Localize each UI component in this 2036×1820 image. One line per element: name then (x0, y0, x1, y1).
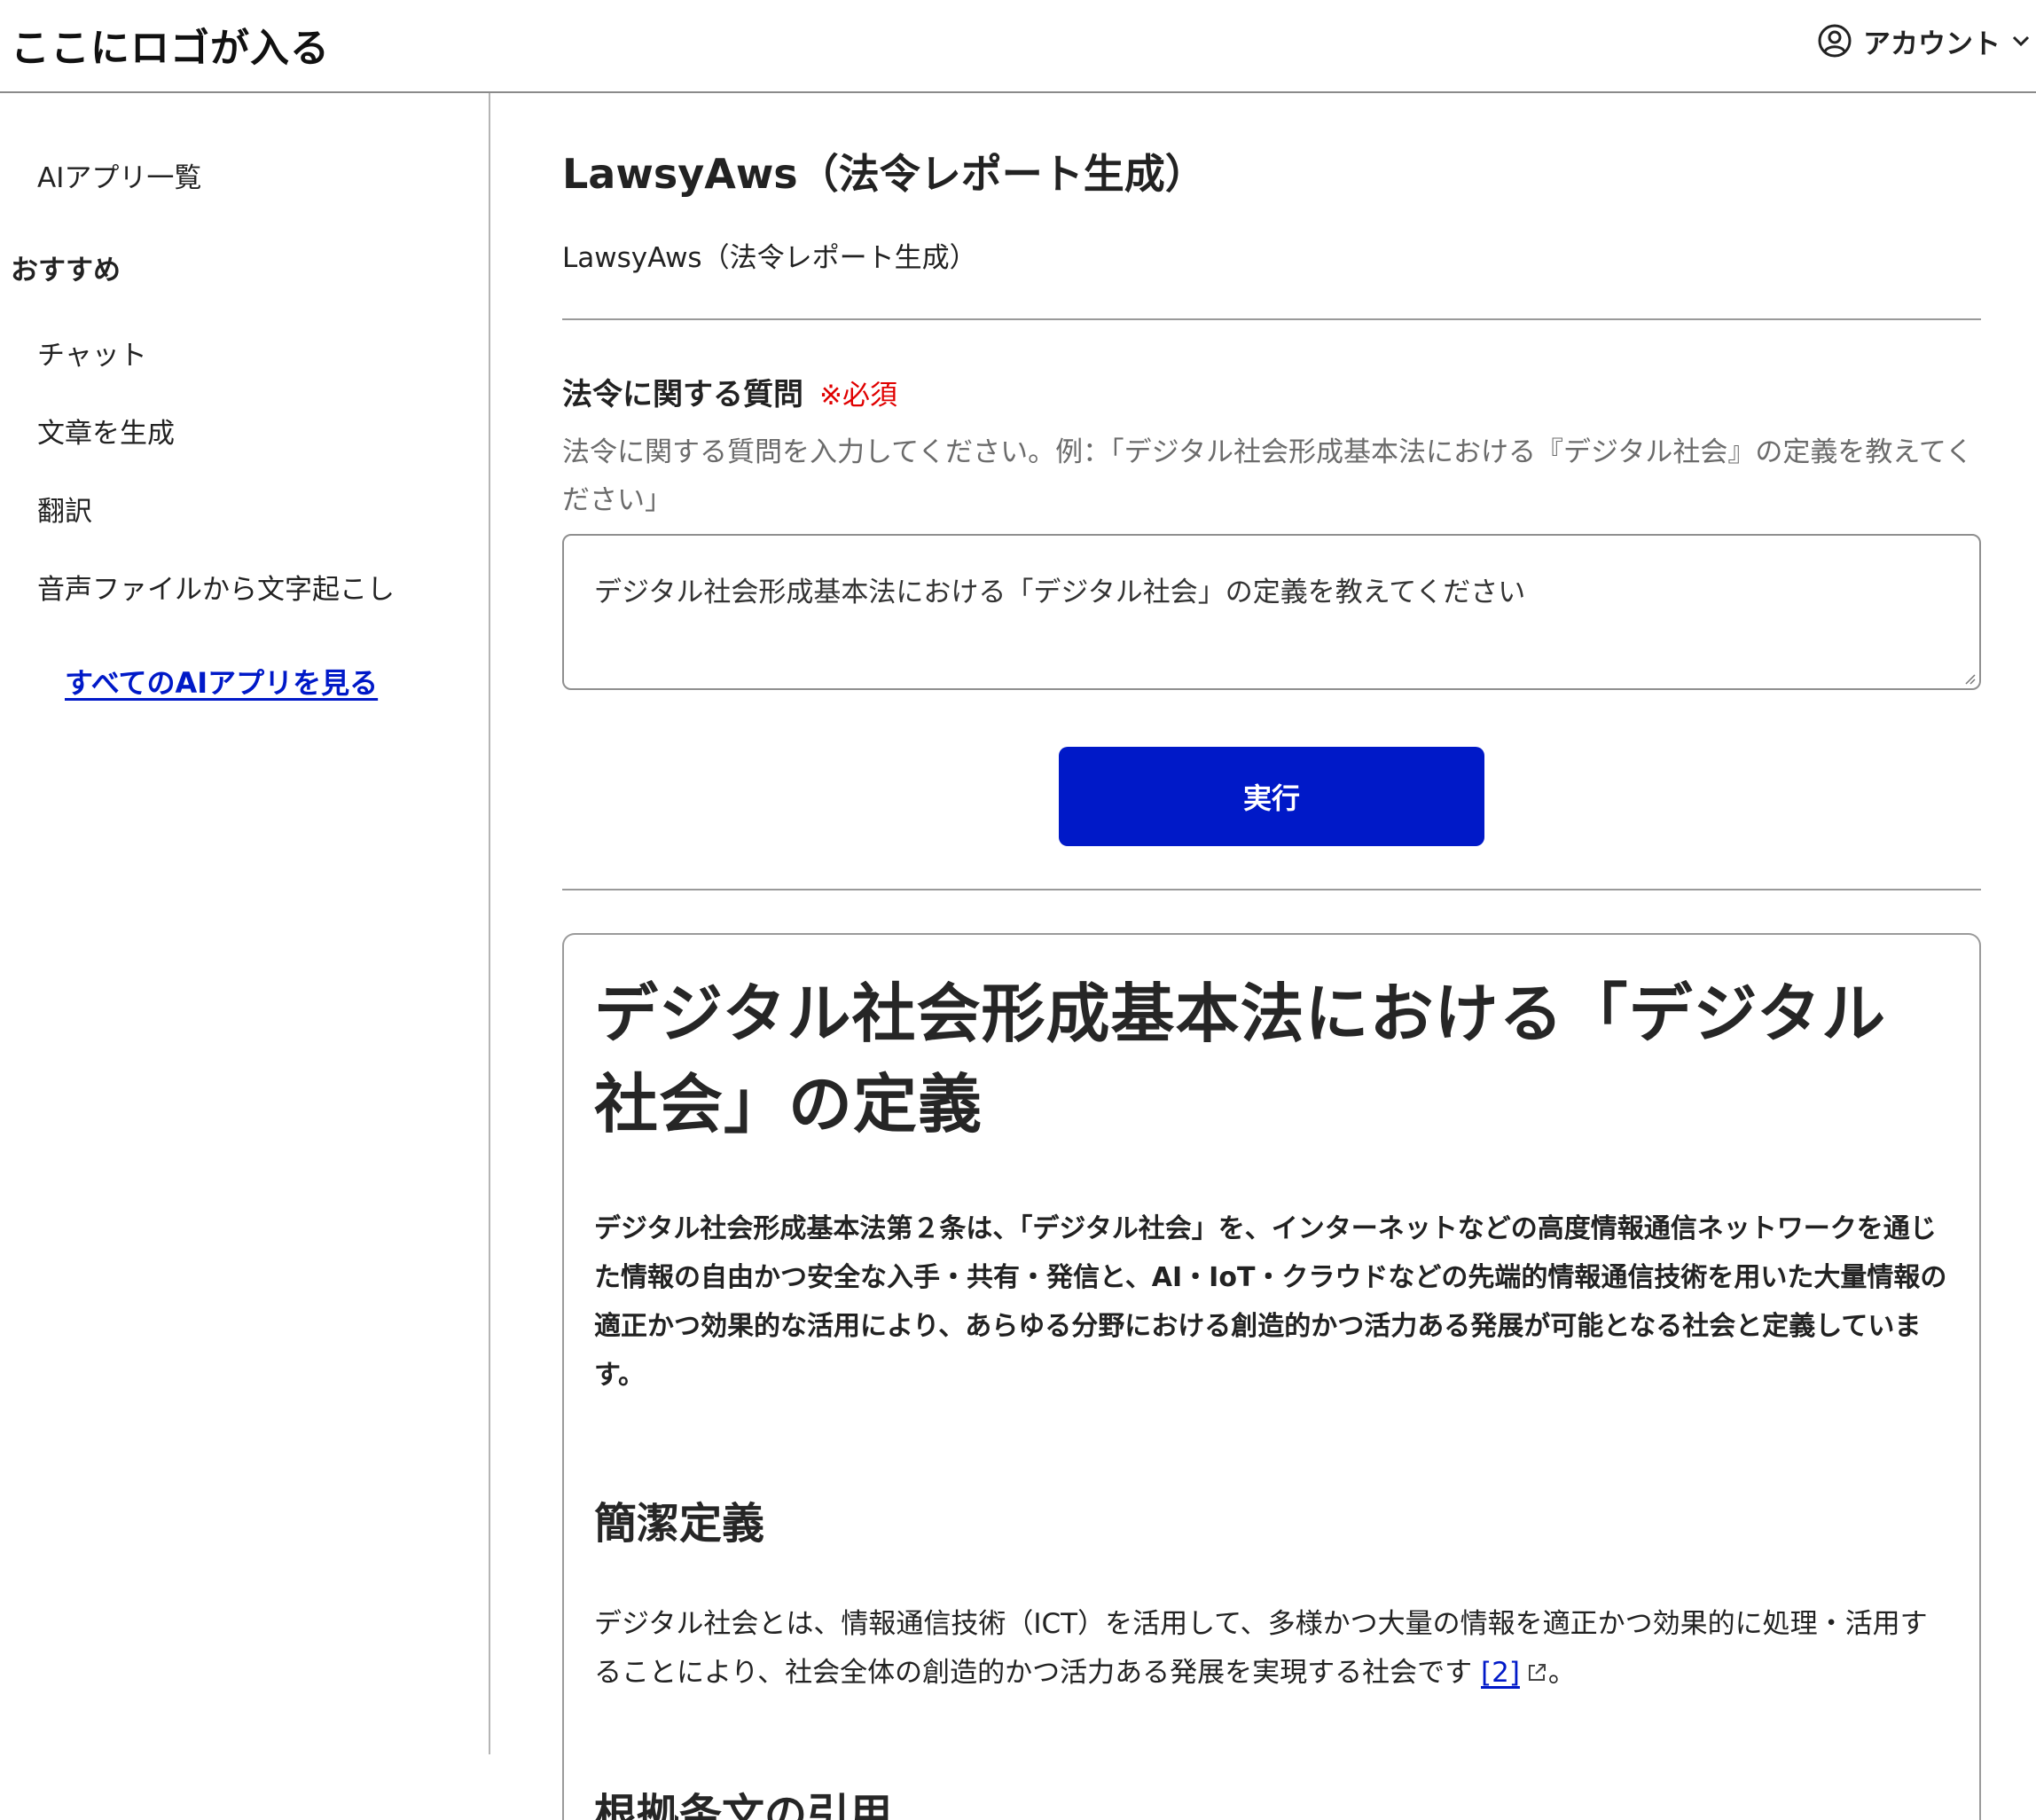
sidebar-item-ai-apps[interactable]: AIアプリ一覧 (37, 155, 201, 195)
sidebar-item-generate-text[interactable]: 文章を生成 (37, 411, 175, 451)
see-all-apps-link[interactable]: すべてのAIアプリを見る (65, 661, 378, 702)
section-body-brief-definition: デジタル社会とは、情報通信技術（ICT）を活用して、多様かつ大量の情報を適正かつ… (594, 1600, 1949, 1698)
user-circle-icon (1818, 24, 1852, 58)
sidebar-item-transcribe[interactable]: 音声ファイルから文字起こし (37, 567, 395, 607)
page-title: LawsyAws（法令レポート生成） (562, 150, 1206, 198)
section-heading-source-article: 根拠条文の引用 (594, 1790, 893, 1820)
question-label-text: 法令に関する質問 (562, 377, 803, 412)
logo[interactable]: ここにロゴが入る (11, 16, 330, 73)
run-button[interactable]: 実行 (1059, 747, 1484, 846)
section-heading-brief-definition: 簡潔定義 (594, 1499, 765, 1549)
account-menu[interactable]: アカウント (1817, 20, 2036, 62)
result-summary: デジタル社会形成基本法第２条は、「デジタル社会」を、インターネットなどの高度情報… (594, 1213, 1947, 1391)
divider (562, 318, 1981, 320)
sidebar: AIアプリ一覧 おすすめ チャット 文章を生成 翻訳 音声ファイルから文字起こし… (0, 93, 490, 1754)
result-heading: デジタル社会形成基本法における「デジタル社会」の定義 (594, 977, 1887, 1141)
question-textarea-value: デジタル社会形成基本法における「デジタル社会」の定義を教えてください (594, 577, 1526, 608)
question-textarea[interactable]: デジタル社会形成基本法における「デジタル社会」の定義を教えてください (562, 534, 1981, 690)
required-marker: ※必須 (819, 380, 897, 412)
sidebar-section-recommended: おすすめ (11, 255, 121, 286)
page-subtitle: LawsyAws（法令レポート生成） (562, 242, 977, 274)
resize-grip-icon[interactable] (1962, 671, 1976, 685)
result-card: デジタル社会形成基本法における「デジタル社会」の定義 デジタル社会形成基本法第２… (562, 933, 1981, 1820)
section-body-text: デジタル社会とは、情報通信技術（ICT）を活用して、多様かつ大量の情報を適正かつ… (594, 1608, 1928, 1689)
app-header: ここにロゴが入る アカウント (0, 0, 2036, 93)
section-body-end: 。 (1547, 1657, 1576, 1689)
citation-link[interactable]: [2] (1481, 1657, 1520, 1689)
chevron-down-icon (2012, 35, 2030, 47)
external-link-icon (1528, 1664, 1546, 1681)
account-label: アカウント (1863, 27, 2001, 60)
divider (562, 889, 1981, 890)
sidebar-item-translate[interactable]: 翻訳 (37, 489, 92, 529)
question-help-text: 法令に関する質問を入力してください。例：「デジタル社会形成基本法における『デジタ… (562, 436, 1973, 516)
question-label: 法令に関する質問 ※必須 (562, 370, 897, 413)
sidebar-item-chat[interactable]: チャット (37, 333, 147, 373)
